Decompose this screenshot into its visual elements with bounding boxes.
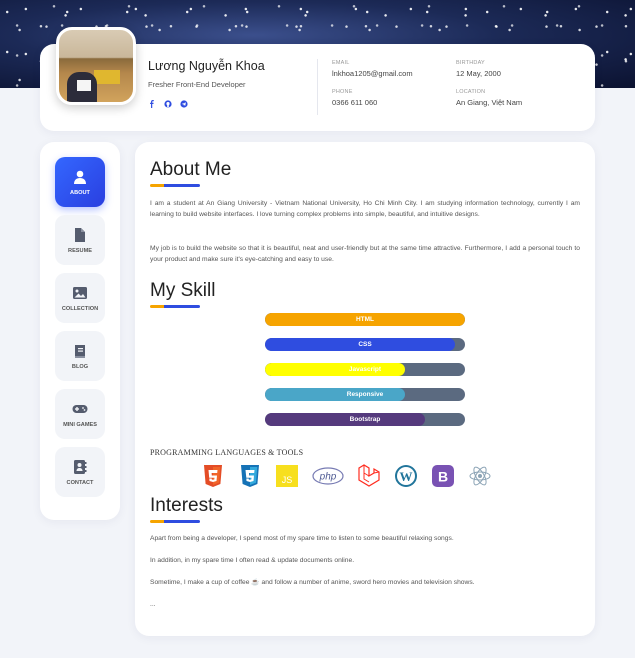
info-phone: PHONE 0366 611 060: [332, 89, 377, 107]
about-title: About Me: [150, 159, 232, 180]
skill-label: Javascript: [348, 366, 382, 373]
skill-bar: Responsive: [265, 388, 465, 401]
gamepad-icon: [72, 404, 88, 413]
info-value[interactable]: lnkhoa1205@gmail.com: [332, 69, 413, 78]
facebook-icon[interactable]: [148, 95, 156, 108]
nav-label: RESUME: [68, 247, 92, 254]
user-icon: [74, 170, 86, 184]
image-icon: [73, 286, 87, 299]
nav-item-mini-games[interactable]: MINI GAMES: [55, 389, 105, 439]
interests-title: Interests: [150, 495, 223, 516]
skill-bar: CSS: [265, 338, 465, 351]
svg-text:B: B: [438, 469, 448, 485]
interests-paragraph-1: Apart from being a developer, I spend mo…: [150, 535, 454, 542]
svg-text:W: W: [400, 469, 413, 484]
skill-label: CSS: [358, 341, 372, 348]
info-birthday: BIRTHDAY 12 May, 2000: [456, 60, 501, 78]
info-value: An Giang, Việt Nam: [456, 98, 523, 107]
bootstrap-icon: B: [431, 464, 455, 488]
svg-text:php: php: [319, 472, 337, 483]
skill-bar: Javascript: [265, 363, 465, 376]
nav-item-contact[interactable]: CONTACT: [55, 447, 105, 497]
info-value: 12 May, 2000: [456, 69, 501, 78]
info-label: LOCATION: [456, 89, 486, 95]
nav-label: MINI GAMES: [63, 421, 97, 428]
interests-paragraph-4: ...: [150, 601, 156, 608]
header-divider: [317, 59, 318, 115]
contact-book-icon: [74, 459, 87, 474]
css3-icon: [238, 464, 262, 488]
about-paragraph-2: My job is to build the website so that i…: [150, 245, 580, 263]
info-email: EMAIL lnkhoa1205@gmail.com: [332, 60, 413, 78]
avatar: [56, 27, 136, 105]
telegram-icon[interactable]: [180, 95, 188, 108]
laravel-icon: [357, 464, 381, 488]
info-value[interactable]: 0366 611 060: [332, 98, 377, 107]
nav-label: ABOUT: [70, 189, 90, 196]
sidebar-nav: ABOUT RESUME COLLECTION BLOG MINI GAMES …: [40, 142, 120, 520]
nav-item-resume[interactable]: RESUME: [55, 215, 105, 265]
nav-item-about[interactable]: ABOUT: [55, 157, 105, 207]
about-paragraph-1: I am a student at An Giang University - …: [150, 200, 580, 218]
profile-name: Lương Nguyễn Khoa: [148, 59, 265, 73]
skill-label: Responsive: [346, 391, 384, 398]
social-links: [148, 95, 188, 108]
html5-icon: [201, 464, 225, 488]
info-label: PHONE: [332, 89, 353, 95]
interests-paragraph-3: Sometime, I make a cup of coffee ☕ and f…: [150, 579, 475, 586]
interests-paragraph-2: In addition, in my spare time I often re…: [150, 557, 355, 564]
tools-title: PROGRAMMING LANGUAGES & TOOLS: [150, 448, 304, 457]
tools-list: JS php W B: [201, 464, 492, 488]
file-icon: [75, 227, 85, 242]
nav-label: BLOG: [71, 363, 89, 370]
react-icon: [468, 464, 492, 488]
profile-role: Fresher Front-End Developer: [148, 80, 246, 89]
title-underline: [150, 520, 200, 523]
skill-label: HTML: [355, 316, 375, 323]
skill-bar: Bootstrap: [265, 413, 465, 426]
skill-label: Bootstrap: [349, 416, 381, 423]
svg-text:JS: JS: [282, 475, 293, 485]
info-label: BIRTHDAY: [456, 60, 485, 66]
nav-label: COLLECTION: [61, 305, 99, 312]
nav-label: CONTACT: [66, 479, 94, 486]
info-label: EMAIL: [332, 60, 350, 66]
main-content: About Me I am a student at An Giang Univ…: [135, 142, 595, 636]
info-location: LOCATION An Giang, Việt Nam: [456, 89, 522, 107]
book-icon: [75, 344, 85, 358]
title-underline: [150, 305, 200, 308]
github-icon[interactable]: [164, 95, 172, 108]
title-underline: [150, 184, 200, 187]
skill-bar: HTML: [265, 313, 465, 326]
nav-item-collection[interactable]: COLLECTION: [55, 273, 105, 323]
nav-item-blog[interactable]: BLOG: [55, 331, 105, 381]
js-icon: JS: [275, 464, 299, 488]
wordpress-icon: W: [394, 464, 418, 488]
php-icon: php: [312, 464, 344, 488]
skill-title: My Skill: [150, 280, 216, 301]
